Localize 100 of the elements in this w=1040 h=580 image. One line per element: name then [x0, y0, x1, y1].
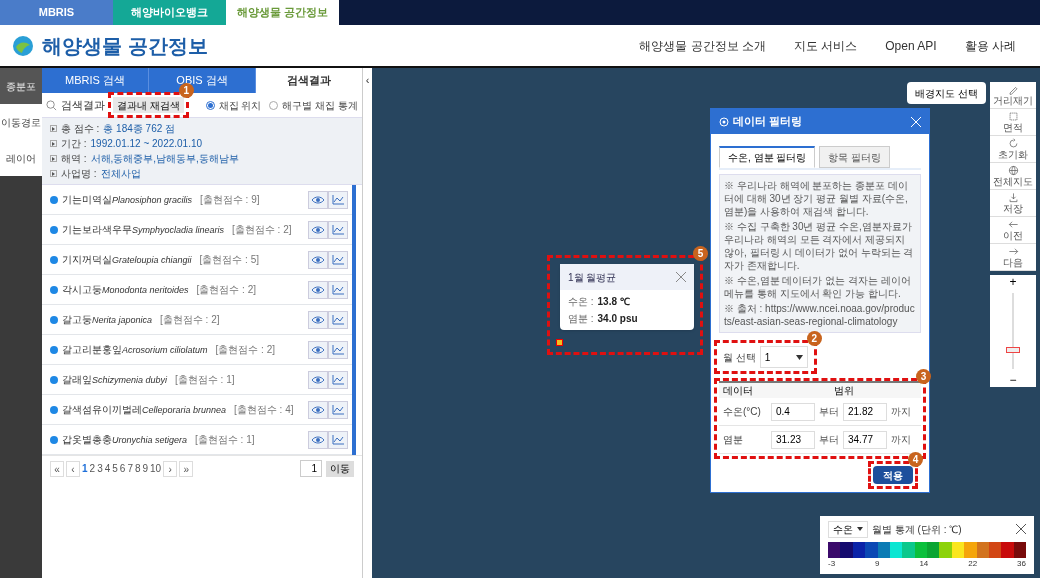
page-nav-button[interactable]: › [163, 460, 178, 477]
nav-link[interactable]: 해양생물 공간정보 소개 [639, 36, 766, 55]
eye-icon[interactable] [308, 310, 328, 329]
input-field[interactable]: 31.23 [771, 430, 815, 449]
bullet-icon [50, 155, 57, 162]
eye-icon[interactable] [308, 340, 328, 359]
chart-icon[interactable] [328, 250, 348, 269]
note-text: ※ 수집 구축한 30년 평균 수온,염분자료가 우리나라 해역의 모든 격자에서 제공되지 않아, 필터링 시 데이터가 없어 누락되는 격자가 존재합니다. [724, 220, 915, 272]
summary-value: 총 184종 762 점 [103, 122, 176, 136]
species-name[interactable]: 기지꺼덕실Grateloupia chiangii [62, 251, 192, 268]
eye-icon[interactable] [308, 220, 328, 239]
research-button[interactable]: 결과내 재검색 [113, 97, 184, 113]
selection-icon[interactable] [1007, 110, 1019, 122]
input-field[interactable]: 0.4 [771, 402, 815, 421]
arrow-left-icon[interactable] [1007, 218, 1019, 230]
tab[interactable]: 수온, 염분 필터링 [719, 146, 816, 168]
chart-icon[interactable] [328, 430, 348, 449]
count-label: [출현점수 : 5] [199, 253, 259, 267]
tick-label: 14 [919, 558, 929, 570]
nav-link[interactable]: Open API [885, 36, 937, 55]
download-icon[interactable] [1007, 191, 1019, 203]
close-icon[interactable] [676, 272, 686, 282]
chart-icon[interactable] [328, 340, 348, 359]
note-text: ※ 우리나라 해역에 분포하는 종분포 데이터에 대해 30년 장기 평균 월별 자료(수온, 염분)을 사용하여 재검색 합니다. [724, 179, 909, 218]
tool-label[interactable]: 거리재기 [993, 94, 1033, 107]
nav-link[interactable]: 지도 서비스 [793, 36, 858, 55]
range-word: 까지 [891, 405, 911, 419]
chart-icon[interactable] [328, 310, 348, 329]
map-marker [556, 339, 563, 346]
basemap-button[interactable]: 배경지도 선택 [907, 82, 986, 104]
page-nav-button[interactable]: « [50, 460, 64, 477]
tool-label[interactable]: 면적 [1003, 121, 1023, 134]
page-link[interactable]: 8 [134, 461, 141, 476]
dialog-title: 데이터 필터링 [733, 114, 803, 130]
tool-label[interactable]: 다음 [1003, 256, 1023, 269]
tool-label[interactable]: 초기화 [998, 148, 1028, 161]
chart-icon[interactable] [328, 280, 348, 299]
variable-select[interactable]: 수온 [828, 520, 868, 538]
page-link[interactable]: 7 [127, 461, 133, 476]
sidebar-item[interactable]: 이동경로 [0, 104, 42, 140]
month-select[interactable]: 1 [759, 346, 808, 368]
count-label: [출현점수 : 4] [234, 403, 294, 417]
count-label: [출현점수 : 1] [195, 433, 255, 447]
species-name[interactable]: 기는보라색우무Symphyocladia linearis [62, 221, 225, 238]
species-name[interactable]: 각시고둥Monodonta neritoides [62, 281, 189, 298]
species-name[interactable]: 기는미역실Planosiphon gracilis [62, 191, 193, 208]
page-link[interactable]: 5 [112, 461, 118, 476]
species-name[interactable]: 갈고둥Nerita japonica [62, 311, 153, 328]
species-name[interactable]: 갑옷별총충Uronychia setigera [62, 431, 188, 448]
eye-icon[interactable] [308, 400, 328, 419]
zoom-thumb[interactable] [1006, 347, 1020, 353]
apply-button[interactable]: 적용 [873, 466, 913, 484]
tool-label[interactable]: 저장 [1003, 202, 1023, 215]
tool-label[interactable]: 이전 [1003, 229, 1023, 242]
eye-icon[interactable] [308, 190, 328, 209]
refresh-icon[interactable] [1007, 137, 1019, 149]
eye-icon[interactable] [308, 370, 328, 389]
zoom-out-button[interactable]: − [1009, 373, 1017, 387]
eye-icon[interactable] [308, 280, 328, 299]
species-name[interactable]: 갈색섬유이끼벌레Celleporaria brunnea [62, 401, 227, 418]
eye-icon[interactable] [308, 250, 328, 269]
nav-link[interactable]: 활용 사례 [964, 36, 1016, 55]
sidebar-item[interactable]: 종분포 [0, 68, 42, 104]
page-nav-button[interactable]: » [179, 460, 194, 477]
input-field[interactable]: 21.82 [843, 402, 887, 421]
chart-icon[interactable] [328, 370, 348, 389]
species-name[interactable]: 갈래잎Schizymenia dubyi [62, 371, 168, 388]
page-link[interactable]: 4 [104, 461, 111, 476]
page-input[interactable]: 1 [300, 460, 322, 477]
go-button[interactable]: 이동 [326, 460, 354, 477]
page-nav-button[interactable]: ‹ [66, 460, 80, 477]
site-tab[interactable]: MBRIS [0, 0, 113, 25]
summary-label: 총 점수 : [61, 122, 100, 136]
zoom-in-button[interactable]: + [1009, 275, 1017, 289]
tab[interactable]: MBRIS 검색 [42, 68, 149, 93]
page-link[interactable]: 2 [89, 461, 96, 476]
page-link[interactable]: 9 [142, 461, 149, 476]
collapse-toggle[interactable]: ‹ [365, 72, 370, 89]
page-link[interactable]: 1 [82, 461, 88, 476]
arrow-right-icon[interactable] [1007, 245, 1019, 257]
sidebar-item[interactable]: 레이어 [0, 140, 42, 176]
chart-icon[interactable] [328, 400, 348, 419]
popup-value: 13.8 ℃ [597, 295, 630, 309]
bullet-icon [50, 140, 57, 147]
page-link[interactable]: 10 [150, 461, 162, 476]
species-name[interactable]: 갈고리분홍잎Acrosorium ciliolatum [62, 341, 208, 358]
eye-icon[interactable] [308, 430, 328, 449]
range-word: 부터 [819, 405, 839, 419]
caret-icon [857, 527, 863, 531]
popup-label: 염분 : [568, 312, 594, 326]
chart-icon[interactable] [328, 220, 348, 239]
globe-icon[interactable] [1007, 164, 1019, 176]
logo-icon [12, 34, 34, 57]
tab[interactable]: 항목 필터링 [819, 146, 891, 168]
page-link[interactable]: 6 [119, 461, 126, 476]
page-link[interactable]: 3 [97, 461, 103, 476]
close-icon[interactable] [1016, 524, 1026, 534]
chart-icon[interactable] [328, 190, 348, 209]
tool-label[interactable]: 전체지도 [993, 175, 1033, 188]
input-field[interactable]: 34.77 [843, 430, 887, 449]
